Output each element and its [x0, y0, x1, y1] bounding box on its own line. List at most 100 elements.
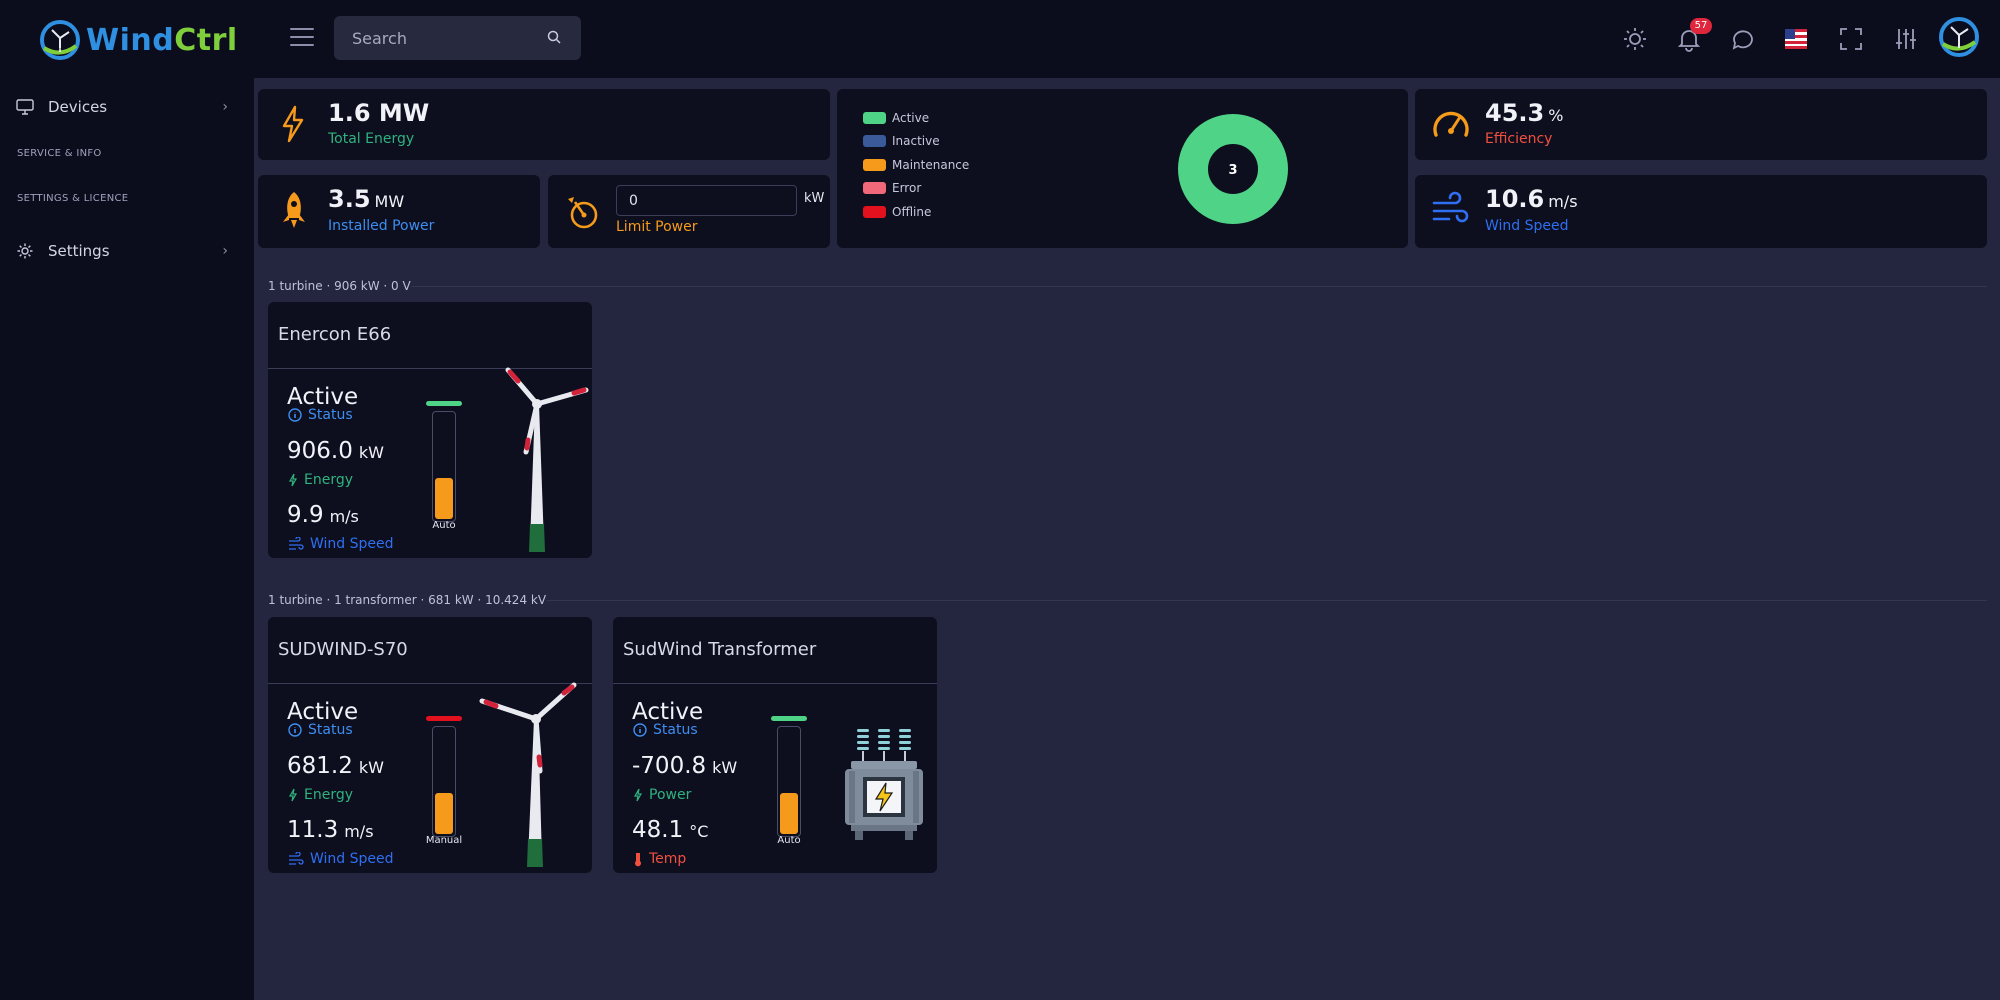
- sliders-icon[interactable]: [1893, 26, 1919, 52]
- legend-label: Maintenance: [892, 158, 970, 172]
- device-energy-unit: kW: [358, 443, 384, 462]
- rocket-icon: [283, 192, 305, 228]
- status-donut-chart[interactable]: 3: [1178, 114, 1288, 224]
- avatar-logo-icon[interactable]: [1938, 16, 1980, 58]
- sidebar-item-devices[interactable]: Devices ›: [16, 98, 228, 116]
- gear-icon: [17, 243, 33, 259]
- kpi-label: Wind Speed: [1485, 218, 1569, 234]
- brand-name: WindCtrl: [86, 23, 238, 58]
- device-title: SUDWIND-S70: [278, 639, 408, 660]
- sidebar-section-settings: SETTINGS & LICENCE: [17, 193, 129, 204]
- device-temp-unit: °C: [689, 822, 709, 841]
- kpi-installed-power: 3.5 MW Installed Power: [258, 175, 540, 248]
- device-power-number: -700.8: [632, 753, 707, 779]
- device-energy-label: Energy: [288, 787, 353, 803]
- device-status-label: Status: [288, 722, 353, 738]
- device-energy-unit: kW: [358, 758, 384, 777]
- chevron-right-icon: ›: [222, 243, 228, 259]
- gauge-cap: [426, 716, 462, 721]
- device-status-label: Status: [633, 722, 698, 738]
- monitor-icon: [16, 99, 34, 115]
- gauge-fill: [435, 477, 453, 519]
- transformer-illustration: [845, 729, 923, 840]
- wind-icon: [289, 852, 304, 865]
- device-wind-number: 9.9: [287, 502, 324, 528]
- device-energy-value: 906.0 kW: [287, 438, 384, 464]
- wind-icon: [289, 537, 304, 550]
- device-wind-label-text: Wind Speed: [310, 851, 394, 867]
- kpi-label: Limit Power: [616, 219, 698, 235]
- wind-turbine-illustration: [505, 367, 589, 552]
- limit-power-input[interactable]: [616, 185, 797, 216]
- kpi-number: 45.3: [1485, 99, 1545, 127]
- sidebar-item-label: Settings: [48, 242, 110, 260]
- search-input[interactable]: [352, 27, 532, 49]
- fullscreen-icon[interactable]: [1838, 26, 1864, 52]
- gauge-cap: [771, 716, 807, 721]
- device-power-label-text: Power: [649, 787, 692, 803]
- device-energy-label-text: Energy: [304, 787, 354, 803]
- info-icon: [288, 408, 302, 422]
- kpi-label: Installed Power: [328, 218, 435, 234]
- kpi-number: 10.6: [1485, 185, 1545, 213]
- sidebar-item-settings[interactable]: Settings ›: [16, 242, 228, 260]
- legend-swatch: [863, 159, 886, 171]
- sun-icon[interactable]: [1622, 26, 1648, 52]
- wind-turbine-illustration: [479, 682, 577, 867]
- sidebar: Devices › SERVICE & INFO SETTINGS & LICE…: [0, 78, 254, 1000]
- device-title: SudWind Transformer: [623, 639, 817, 660]
- gauge-icon: [1433, 111, 1469, 137]
- device-wind-label-text: Wind Speed: [310, 536, 394, 552]
- device-status-card: Active Inactive Maintenance Error Offlin…: [837, 89, 1408, 248]
- device-title: Enercon E66: [278, 324, 392, 345]
- device-status-label-text: Status: [308, 407, 353, 423]
- info-icon: [633, 723, 647, 737]
- kpi-unit: %: [1548, 106, 1564, 125]
- us-flag-icon[interactable]: [1785, 29, 1807, 49]
- notification-badge: 57: [1690, 18, 1712, 34]
- device-energy-label: Energy: [288, 472, 353, 488]
- mode-gauge: [432, 726, 456, 837]
- kpi-wind-speed: 10.6 m/s Wind Speed: [1415, 175, 1987, 248]
- legend-item-maintenance: Maintenance: [863, 158, 969, 172]
- gauge-mode-label: Auto: [432, 520, 456, 531]
- group-divider: [547, 600, 1987, 601]
- chevron-right-icon: ›: [222, 99, 228, 115]
- search-box: [334, 16, 581, 60]
- group-divider: [412, 286, 1987, 287]
- chat-icon[interactable]: [1730, 26, 1756, 52]
- search-icon[interactable]: [547, 30, 561, 44]
- device-wind-value: 9.9 m/s: [287, 502, 359, 528]
- gauge-fill: [780, 792, 798, 834]
- legend-label: Offline: [892, 205, 932, 219]
- device-temp-value: 48.1 °C: [632, 817, 708, 843]
- device-power-label: Power: [633, 787, 691, 803]
- device-energy-label-text: Energy: [304, 472, 354, 488]
- kpi-unit: m/s: [1548, 192, 1578, 211]
- device-wind-unit: m/s: [344, 822, 374, 841]
- legend-item-active: Active: [863, 111, 929, 125]
- device-card-transformer[interactable]: SudWind Transformer Active Status -700.8…: [613, 617, 937, 873]
- menu-toggle-button[interactable]: [290, 28, 314, 48]
- device-wind-label: Wind Speed: [288, 851, 394, 867]
- mode-gauge: [777, 726, 801, 837]
- lightning-icon: [633, 788, 643, 802]
- top-bar: WindCtrl 57: [0, 0, 2000, 78]
- wind-icon: [1432, 191, 1469, 223]
- device-temp-label: Temp: [633, 851, 686, 867]
- device-status-label: Status: [288, 407, 353, 423]
- legend-label: Inactive: [892, 134, 940, 148]
- device-temp-label-text: Temp: [649, 851, 687, 867]
- kpi-label: Total Energy: [328, 131, 415, 147]
- device-card-sudwind[interactable]: SUDWIND-S70 Active Status 681.2 kW Energy…: [268, 617, 592, 873]
- wind-turbine-logo-icon: [40, 20, 80, 60]
- limit-power-unit: kW: [804, 191, 825, 206]
- brand-logo[interactable]: WindCtrl: [38, 18, 238, 62]
- gauge-cap: [426, 401, 462, 406]
- group-summary-2: 1 turbine · 1 transformer · 681 kW · 10.…: [268, 593, 547, 607]
- kpi-number: 3.5: [328, 185, 371, 213]
- device-card-enercon[interactable]: Enercon E66 Active Status 906.0 kW Energy…: [268, 302, 592, 558]
- kpi-limit-power: kW Limit Power: [548, 175, 830, 248]
- sidebar-item-label: Devices: [48, 98, 108, 116]
- device-wind-number: 11.3: [287, 817, 339, 843]
